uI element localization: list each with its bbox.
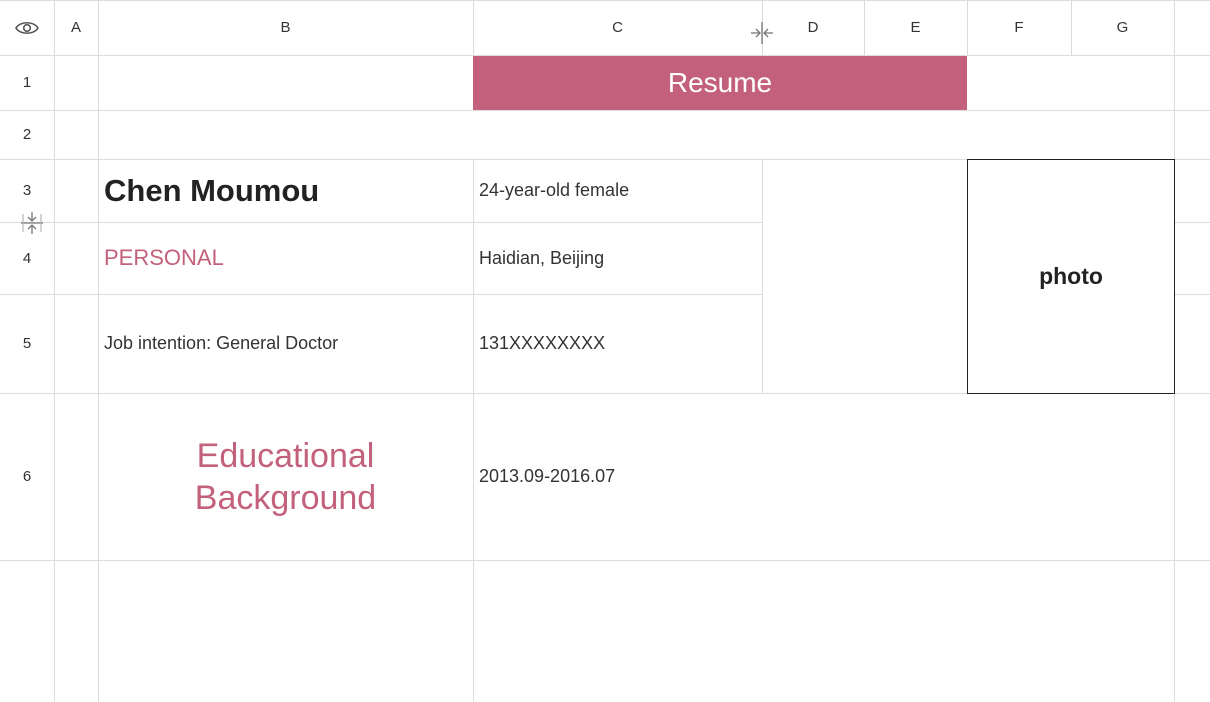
row-resize-icon[interactable]: [20, 210, 44, 236]
phone-cell[interactable]: 131XXXXXXXX: [473, 294, 762, 393]
education-label-line2: Background: [194, 478, 377, 517]
column-header-b[interactable]: B: [98, 0, 473, 55]
cell-d3-merged[interactable]: [763, 160, 967, 393]
row-header-1[interactable]: 1: [0, 55, 54, 110]
column-header-g[interactable]: G: [1071, 0, 1174, 55]
column-header-d[interactable]: D: [762, 0, 864, 55]
education-period-cell[interactable]: 2013.09-2016.07: [473, 393, 1174, 560]
column-header-e[interactable]: E: [864, 0, 967, 55]
grid-line: [0, 560, 1210, 561]
education-background-cell[interactable]: Educational Background: [98, 393, 473, 560]
grid-line: [1174, 222, 1210, 223]
photo-label: photo: [1039, 263, 1103, 289]
eye-icon[interactable]: [14, 17, 40, 39]
personal-label-cell[interactable]: PERSONAL: [98, 222, 473, 294]
education-label-line1: Educational: [196, 436, 375, 475]
row-header-5[interactable]: 5: [0, 294, 54, 393]
age-gender-cell[interactable]: 24-year-old female: [473, 159, 762, 222]
cell-b2-merged[interactable]: [99, 111, 1174, 159]
column-resize-icon[interactable]: [749, 21, 775, 45]
column-header-a[interactable]: A: [54, 0, 98, 55]
name-cell[interactable]: Chen Moumou: [98, 159, 473, 222]
resume-title-cell[interactable]: Resume: [473, 56, 967, 110]
grid-line: [54, 0, 55, 702]
row-header-2[interactable]: 2: [0, 110, 54, 159]
location-cell[interactable]: Haidian, Beijing: [473, 222, 762, 294]
row-header-6[interactable]: 6: [0, 393, 54, 560]
photo-placeholder[interactable]: photo: [967, 159, 1175, 394]
job-intention-cell[interactable]: Job intention: General Doctor: [98, 294, 473, 393]
column-header-c[interactable]: C: [473, 0, 762, 55]
column-header-f[interactable]: F: [967, 0, 1071, 55]
grid-line: [1174, 294, 1210, 295]
